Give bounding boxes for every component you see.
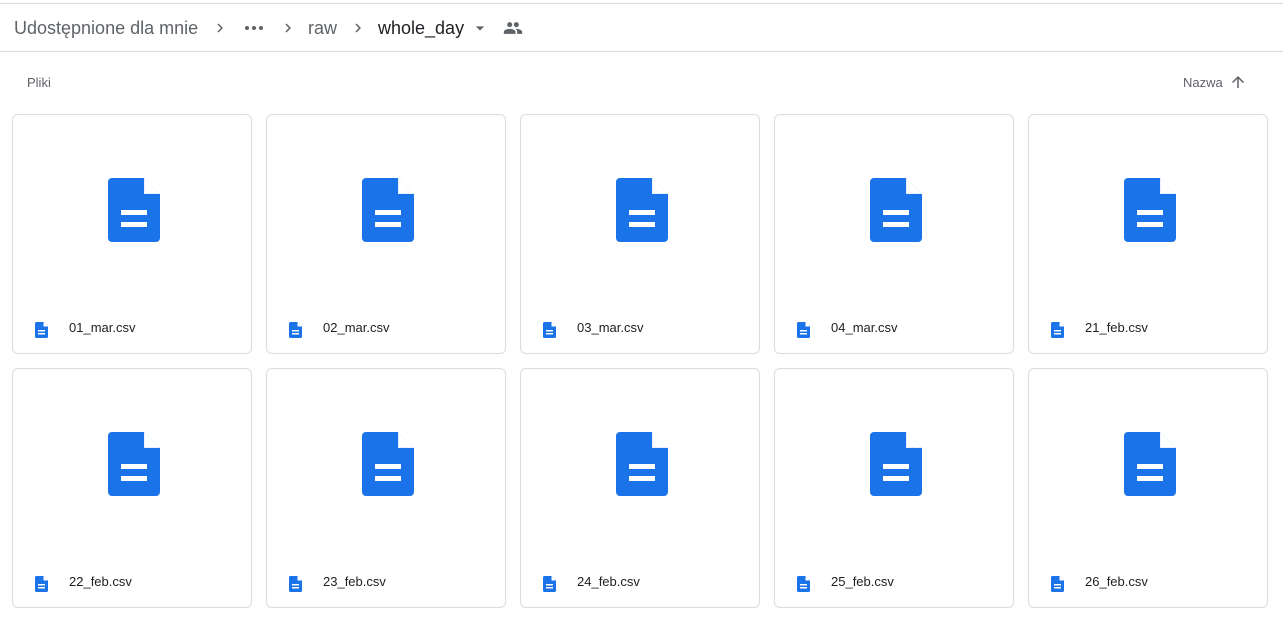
file-name: 21_feb.csv	[1085, 320, 1148, 335]
file-name: 03_mar.csv	[577, 320, 644, 335]
doc-file-icon	[289, 322, 302, 338]
file-card[interactable]: 25_feb.csv	[774, 368, 1014, 608]
file-card-footer: 24_feb.csv	[521, 559, 759, 607]
google-docs-icon	[108, 178, 160, 242]
sort-label: Nazwa	[1183, 74, 1223, 90]
google-docs-icon	[1124, 432, 1176, 496]
sort-by-name-button[interactable]: Nazwa	[1183, 73, 1247, 91]
file-card-footer: 22_feb.csv	[13, 559, 251, 607]
file-card[interactable]: 26_feb.csv	[1028, 368, 1268, 608]
file-name: 02_mar.csv	[323, 320, 390, 335]
file-thumbnail[interactable]	[775, 369, 1013, 559]
file-card-footer: 25_feb.csv	[775, 559, 1013, 607]
doc-file-icon	[543, 576, 556, 592]
file-thumbnail[interactable]	[267, 369, 505, 559]
file-card-footer: 02_mar.csv	[267, 305, 505, 353]
doc-file-icon	[797, 576, 810, 592]
file-thumbnail[interactable]	[521, 369, 759, 559]
files-section-label: Pliki	[27, 75, 51, 90]
file-thumbnail[interactable]	[1029, 115, 1267, 305]
file-name: 22_feb.csv	[69, 574, 132, 589]
breadcrumb-current[interactable]: whole_day	[378, 17, 464, 39]
google-docs-icon	[362, 432, 414, 496]
doc-file-icon	[1051, 322, 1064, 338]
doc-file-icon	[797, 322, 810, 338]
file-card[interactable]: 01_mar.csv	[12, 114, 252, 354]
doc-file-icon	[35, 322, 48, 338]
google-docs-icon	[616, 432, 668, 496]
file-thumbnail[interactable]	[1029, 369, 1267, 559]
doc-file-icon	[1051, 576, 1064, 592]
doc-file-icon	[289, 576, 302, 592]
file-card-footer: 23_feb.csv	[267, 559, 505, 607]
chevron-right-icon	[355, 23, 361, 33]
file-thumbnail[interactable]	[775, 115, 1013, 305]
file-thumbnail[interactable]	[13, 115, 251, 305]
google-docs-icon	[870, 178, 922, 242]
file-card[interactable]: 21_feb.csv	[1028, 114, 1268, 354]
chevron-right-icon	[217, 23, 223, 33]
shared-people-icon	[503, 22, 523, 34]
google-docs-icon	[870, 432, 922, 496]
file-card-footer: 03_mar.csv	[521, 305, 759, 353]
breadcrumb: Udostępnione dla mnie raw whole_day	[0, 4, 1283, 52]
file-thumbnail[interactable]	[13, 369, 251, 559]
file-name: 23_feb.csv	[323, 574, 386, 589]
file-card-footer: 21_feb.csv	[1029, 305, 1267, 353]
file-card[interactable]: 04_mar.csv	[774, 114, 1014, 354]
breadcrumb-root[interactable]: Udostępnione dla mnie	[14, 17, 198, 39]
arrow-up-icon[interactable]	[1229, 73, 1247, 91]
file-card[interactable]: 23_feb.csv	[266, 368, 506, 608]
file-card[interactable]: 24_feb.csv	[520, 368, 760, 608]
dropdown-arrow-icon[interactable]	[470, 18, 490, 38]
file-thumbnail[interactable]	[521, 115, 759, 305]
file-name: 24_feb.csv	[577, 574, 640, 589]
file-card[interactable]: 02_mar.csv	[266, 114, 506, 354]
google-docs-icon	[616, 178, 668, 242]
file-card[interactable]: 22_feb.csv	[12, 368, 252, 608]
file-thumbnail[interactable]	[267, 115, 505, 305]
file-name: 26_feb.csv	[1085, 574, 1148, 589]
file-card-footer: 26_feb.csv	[1029, 559, 1267, 607]
file-name: 04_mar.csv	[831, 320, 898, 335]
breadcrumb-parent[interactable]: raw	[308, 17, 337, 39]
file-grid: 01_mar.csv 02_mar.csv 03_mar.csv 04_mar.…	[12, 114, 1268, 608]
google-docs-icon	[1124, 178, 1176, 242]
doc-file-icon	[543, 322, 556, 338]
more-horiz-icon[interactable]	[242, 16, 266, 40]
file-name: 25_feb.csv	[831, 574, 894, 589]
chevron-right-icon	[285, 23, 291, 33]
file-card-footer: 01_mar.csv	[13, 305, 251, 353]
file-card[interactable]: 03_mar.csv	[520, 114, 760, 354]
doc-file-icon	[35, 576, 48, 592]
file-name: 01_mar.csv	[69, 320, 136, 335]
file-card-footer: 04_mar.csv	[775, 305, 1013, 353]
google-docs-icon	[362, 178, 414, 242]
google-docs-icon	[108, 432, 160, 496]
